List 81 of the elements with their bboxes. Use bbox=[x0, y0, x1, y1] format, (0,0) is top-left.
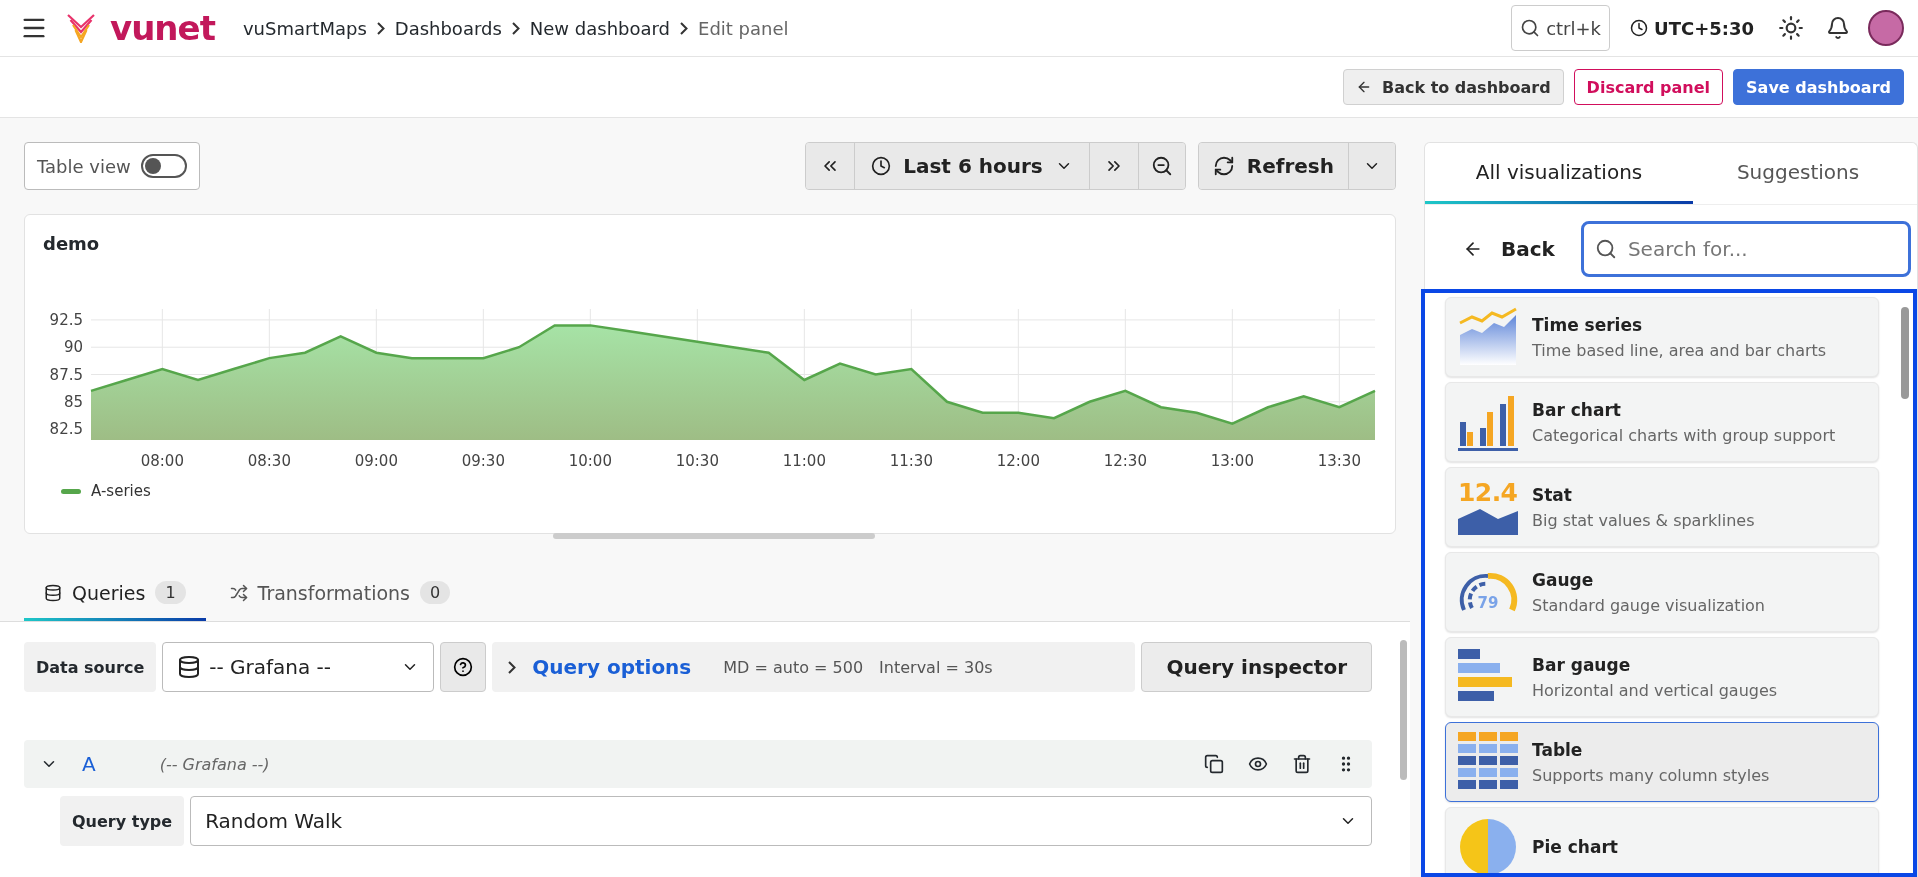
chevron-right-icon bbox=[376, 21, 385, 35]
table-view-toggle[interactable]: Table view bbox=[24, 142, 200, 190]
scrollbar[interactable] bbox=[1901, 307, 1909, 399]
query-source-text: (-- Grafana --) bbox=[159, 754, 271, 774]
clock-icon bbox=[871, 156, 892, 176]
current-page-title: Edit panel bbox=[698, 17, 789, 39]
avatar[interactable] bbox=[1868, 10, 1904, 46]
query-options-link[interactable]: Query options bbox=[532, 655, 692, 679]
eye-icon[interactable] bbox=[1248, 754, 1268, 774]
visualization-card[interactable]: Bar gauge Horizontal and vertical gauges bbox=[1445, 637, 1879, 717]
visualization-card[interactable]: Pie chart bbox=[1445, 807, 1879, 873]
breadcrumb-link[interactable]: Dashboards bbox=[394, 17, 502, 39]
chevron-right-icon bbox=[508, 660, 517, 674]
max-data-points-text: MD = auto = 500 bbox=[723, 657, 864, 677]
refresh-icon bbox=[1212, 155, 1235, 177]
visualization-card[interactable]: 12.4 Stat Big stat values & sparklines bbox=[1445, 467, 1879, 547]
tab[interactable]: Suggestions bbox=[1693, 143, 1903, 204]
query-ref-id[interactable]: A bbox=[82, 752, 96, 776]
scrollbar[interactable] bbox=[553, 533, 875, 539]
chevron-right-icon bbox=[511, 21, 520, 35]
x-axis-label: 08:30 bbox=[247, 452, 291, 470]
y-axis-label: 85 bbox=[63, 392, 83, 411]
x-axis-label: 09:00 bbox=[354, 452, 398, 470]
x-axis-label: 09:30 bbox=[461, 452, 505, 470]
search-icon bbox=[1594, 238, 1617, 260]
back-button[interactable]: Back to dashboard bbox=[1342, 69, 1564, 105]
visualization-card[interactable]: Time series Time based line, area and bar charts bbox=[1445, 297, 1879, 377]
tab[interactable]: All visualizations bbox=[1425, 143, 1693, 204]
tab[interactable]: Transformations 0 bbox=[209, 567, 471, 621]
field-label: Data source bbox=[24, 642, 157, 692]
x-axis-label: 13:00 bbox=[1210, 452, 1254, 470]
x-axis-label: 11:00 bbox=[782, 452, 826, 470]
query-type-select[interactable]: Random Walk bbox=[190, 796, 1372, 846]
interval-text: Interval = 30s bbox=[879, 657, 993, 677]
database-icon bbox=[44, 583, 62, 602]
x-axis-label: 13:30 bbox=[1317, 452, 1361, 470]
visualization-card[interactable]: Table Supports many column styles bbox=[1445, 722, 1879, 802]
breadcrumb-link[interactable]: vuSmartMaps bbox=[242, 17, 367, 39]
trash-icon[interactable] bbox=[1292, 754, 1312, 774]
shift-back-button[interactable] bbox=[806, 143, 856, 189]
database-icon bbox=[177, 655, 202, 679]
field-label: Query type bbox=[60, 796, 185, 846]
help-icon bbox=[453, 657, 474, 677]
x-axis-label: 10:00 bbox=[568, 452, 612, 470]
back-button[interactable]: Back bbox=[1457, 236, 1561, 262]
x-axis-label: 12:00 bbox=[996, 452, 1040, 470]
discard-button[interactable]: Discard panel bbox=[1573, 69, 1724, 105]
logo-icon bbox=[66, 13, 96, 43]
search-field[interactable]: Search for... bbox=[1580, 221, 1911, 277]
save-button[interactable]: Save dashboard bbox=[1733, 69, 1904, 105]
search-icon bbox=[1520, 18, 1541, 38]
scrollbar[interactable] bbox=[1399, 640, 1407, 780]
y-axis-label: 87.5 bbox=[49, 365, 83, 384]
chevron-right-icon bbox=[680, 21, 688, 35]
y-axis-label: 82.5 bbox=[49, 420, 83, 439]
brand-name: vunet bbox=[110, 11, 215, 45]
table-icon bbox=[1458, 732, 1518, 792]
visualization-card[interactable]: Bar chart Categorical charts with group support bbox=[1445, 382, 1879, 462]
breadcrumb-link[interactable]: New dashboard bbox=[529, 17, 670, 39]
visualization-card[interactable]: 79 Gauge Standard gauge visualization bbox=[1445, 552, 1879, 632]
x-axis-label: 08:00 bbox=[140, 452, 184, 470]
x-axis-label: 11:30 bbox=[889, 452, 933, 470]
x-axis-label: 12:30 bbox=[1103, 452, 1147, 470]
x-axis-label: 10:30 bbox=[675, 452, 719, 470]
help-button[interactable] bbox=[440, 642, 487, 692]
query-inspector-button[interactable]: Query inspector bbox=[1141, 642, 1372, 692]
shuffle-icon bbox=[229, 583, 248, 602]
y-axis-label: 90 bbox=[63, 338, 83, 357]
data-source-select[interactable]: -- Grafana -- bbox=[162, 642, 435, 692]
clock-icon bbox=[1630, 19, 1649, 37]
pie-chart-icon bbox=[1458, 817, 1518, 873]
timezone-button[interactable]: UTC+5:30 bbox=[1624, 16, 1760, 40]
legend-label[interactable]: A-series bbox=[91, 482, 151, 500]
y-axis-label: 92.5 bbox=[49, 310, 83, 329]
line-area-chart-icon bbox=[1458, 307, 1518, 367]
panel-title: demo bbox=[43, 233, 101, 254]
search-button[interactable]: ctrl+k bbox=[1511, 5, 1611, 51]
refresh-button[interactable]: Refresh bbox=[1198, 143, 1349, 189]
tab[interactable]: Queries 1 bbox=[24, 567, 206, 621]
zoom-out-icon bbox=[1150, 155, 1173, 177]
copy-icon[interactable] bbox=[1204, 754, 1224, 774]
